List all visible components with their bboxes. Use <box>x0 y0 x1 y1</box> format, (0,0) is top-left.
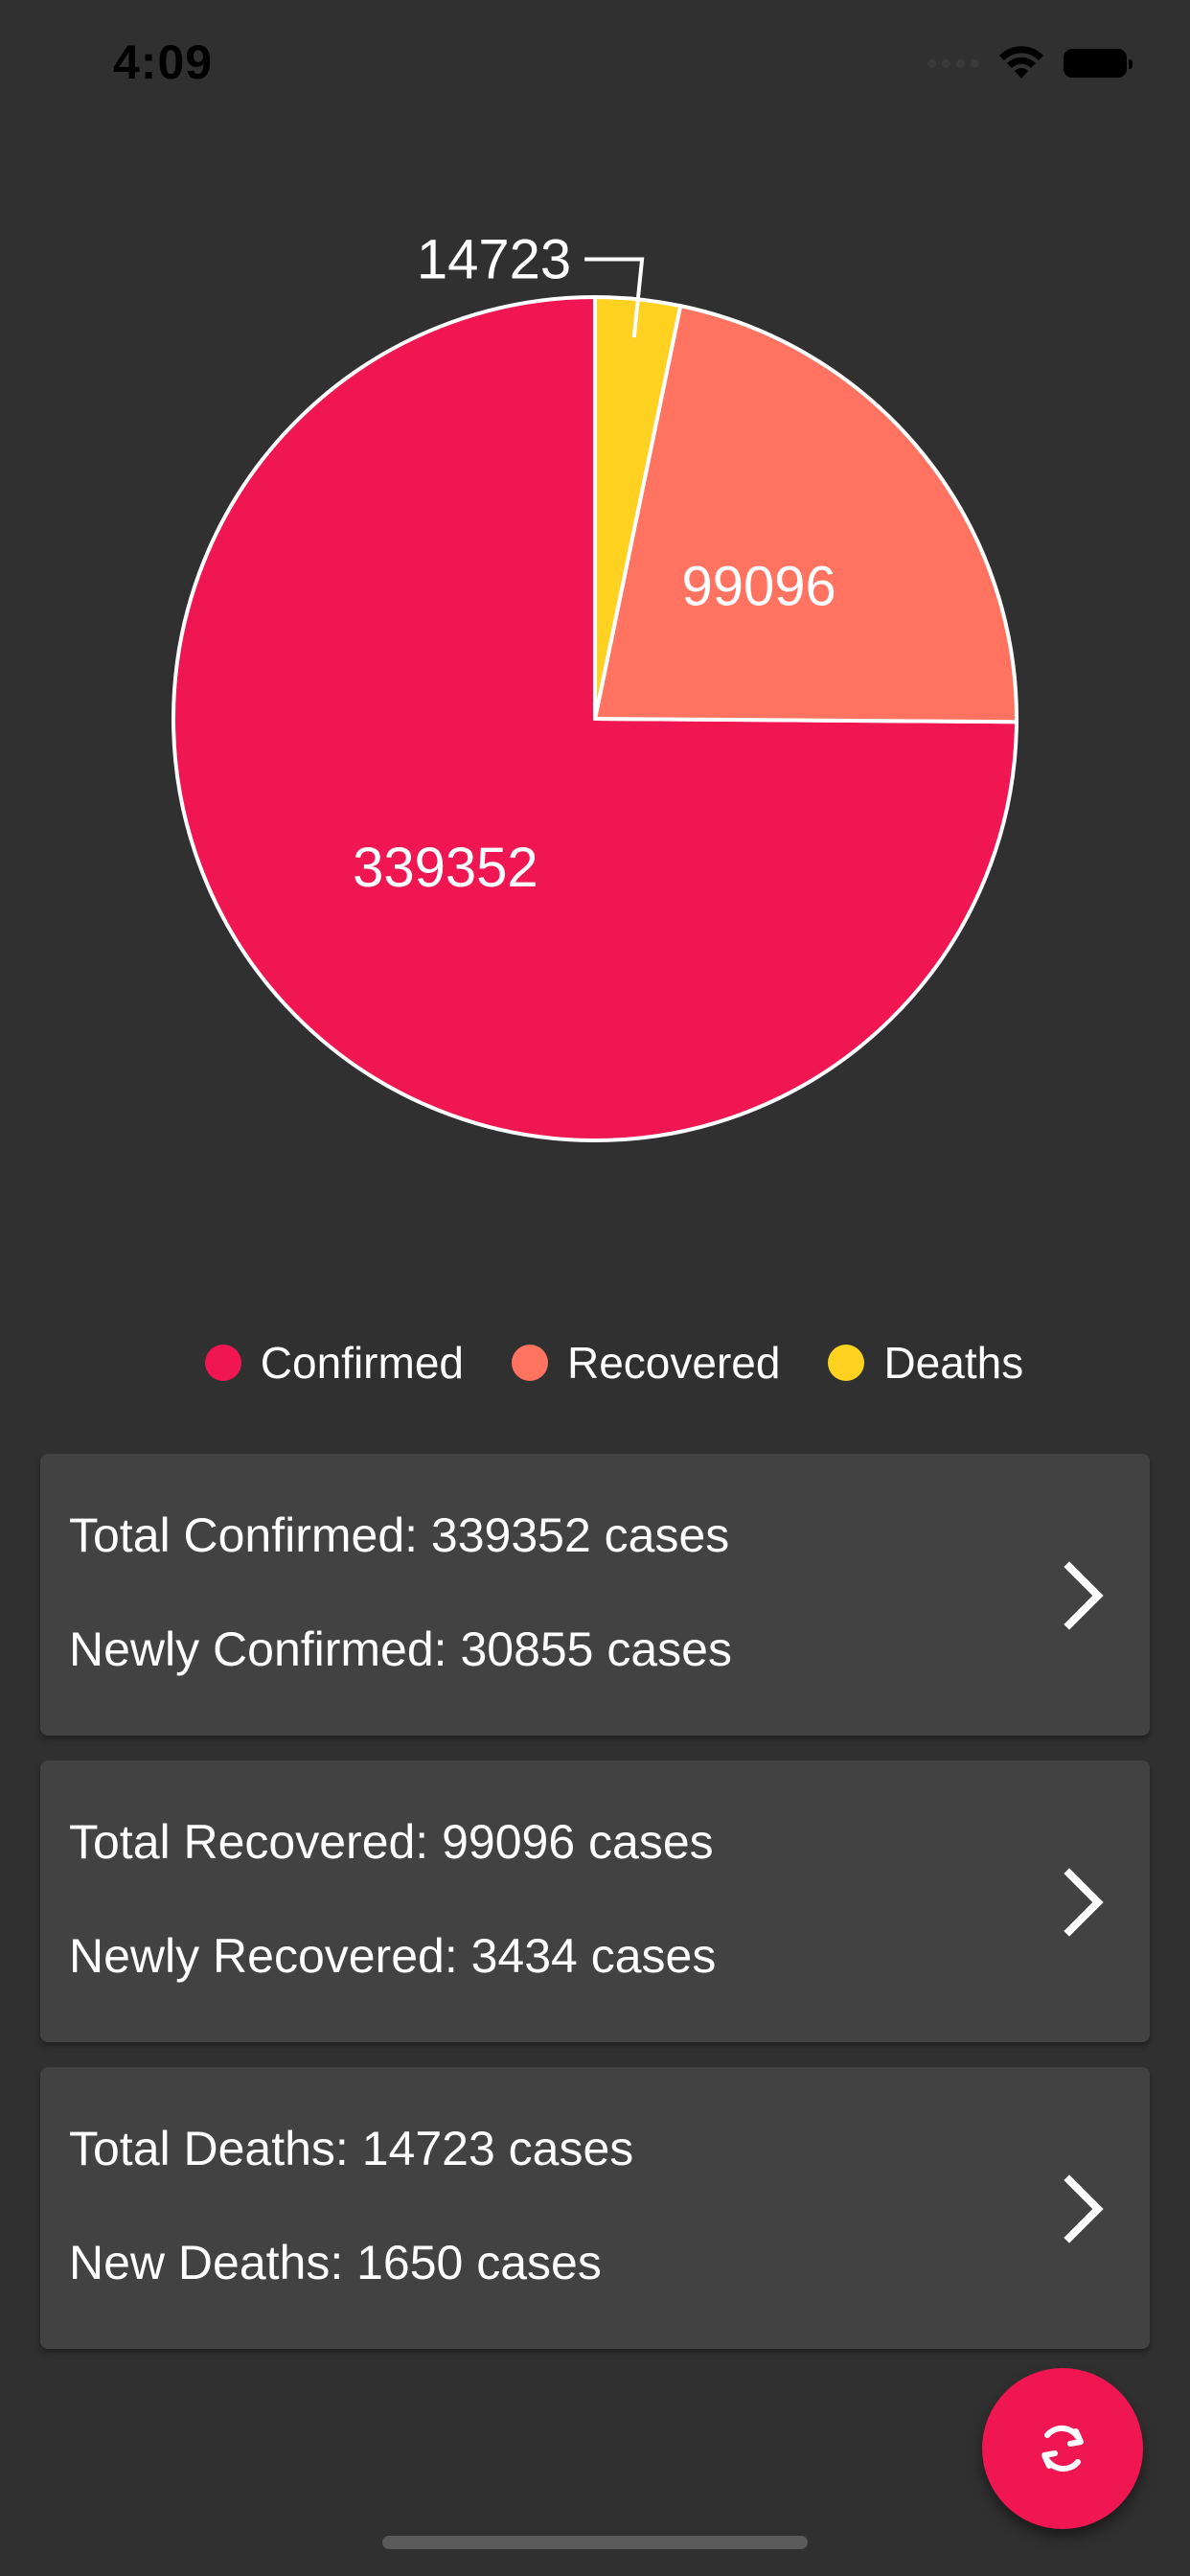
legend-label-recovered: Recovered <box>567 1338 781 1388</box>
recovered-card[interactable]: Total Recovered: 99096 cases Newly Recov… <box>40 1760 1150 2042</box>
battery-icon <box>1064 49 1133 78</box>
legend-dot-recovered <box>512 1345 548 1381</box>
wifi-icon <box>999 46 1043 79</box>
status-bar: 4:09 <box>0 0 1190 129</box>
legend-item-deaths: Deaths <box>828 1337 1023 1389</box>
new-deaths-text: New Deaths: 1650 cases <box>69 2236 602 2289</box>
chevron-right-icon[interactable] <box>1052 1557 1113 1634</box>
confirmed-card[interactable]: Total Confirmed: 339352 cases Newly Conf… <box>40 1454 1150 1736</box>
home-indicator <box>382 2536 808 2549</box>
signal-icon <box>927 58 979 68</box>
legend-item-confirmed: Confirmed <box>204 1337 464 1389</box>
stats-cards: Total Confirmed: 339352 cases Newly Conf… <box>40 1454 1150 2374</box>
app-screen: 4:09 339352 99096 14723 Confirmed Recovere… <box>0 0 1190 2576</box>
data-label-recovered: 99096 <box>681 556 835 618</box>
data-label-deaths: 14723 <box>417 229 571 291</box>
newly-recovered-text: Newly Recovered: 3434 cases <box>69 1929 717 1983</box>
legend-label-deaths: Deaths <box>883 1338 1024 1388</box>
chevron-right-icon[interactable] <box>1052 1864 1113 1941</box>
legend-dot-confirmed <box>204 1345 241 1381</box>
pie-chart-svg: 339352 99096 14723 <box>172 229 1018 1142</box>
legend-dot-deaths <box>828 1345 865 1381</box>
status-time: 4:09 <box>113 35 214 89</box>
legend-label-confirmed: Confirmed <box>260 1338 464 1388</box>
pie-chart: 339352 99096 14723 <box>0 172 1190 1380</box>
legend-item-recovered: Recovered <box>512 1337 780 1389</box>
total-confirmed-text: Total Confirmed: 339352 cases <box>69 1508 730 1562</box>
chevron-right-icon[interactable] <box>1052 2171 1113 2247</box>
chart-legend: Confirmed Recovered Deaths <box>0 1337 1190 1389</box>
data-label-confirmed: 339352 <box>353 837 538 899</box>
refresh-icon <box>1041 2425 1084 2472</box>
refresh-button[interactable] <box>982 2368 1143 2529</box>
total-deaths-text: Total Deaths: 14723 cases <box>69 2122 634 2175</box>
total-recovered-text: Total Recovered: 99096 cases <box>69 1815 714 1869</box>
status-icons <box>927 46 1133 80</box>
newly-confirmed-text: Newly Confirmed: 30855 cases <box>69 1622 732 1676</box>
deaths-card[interactable]: Total Deaths: 14723 cases New Deaths: 16… <box>40 2067 1150 2349</box>
